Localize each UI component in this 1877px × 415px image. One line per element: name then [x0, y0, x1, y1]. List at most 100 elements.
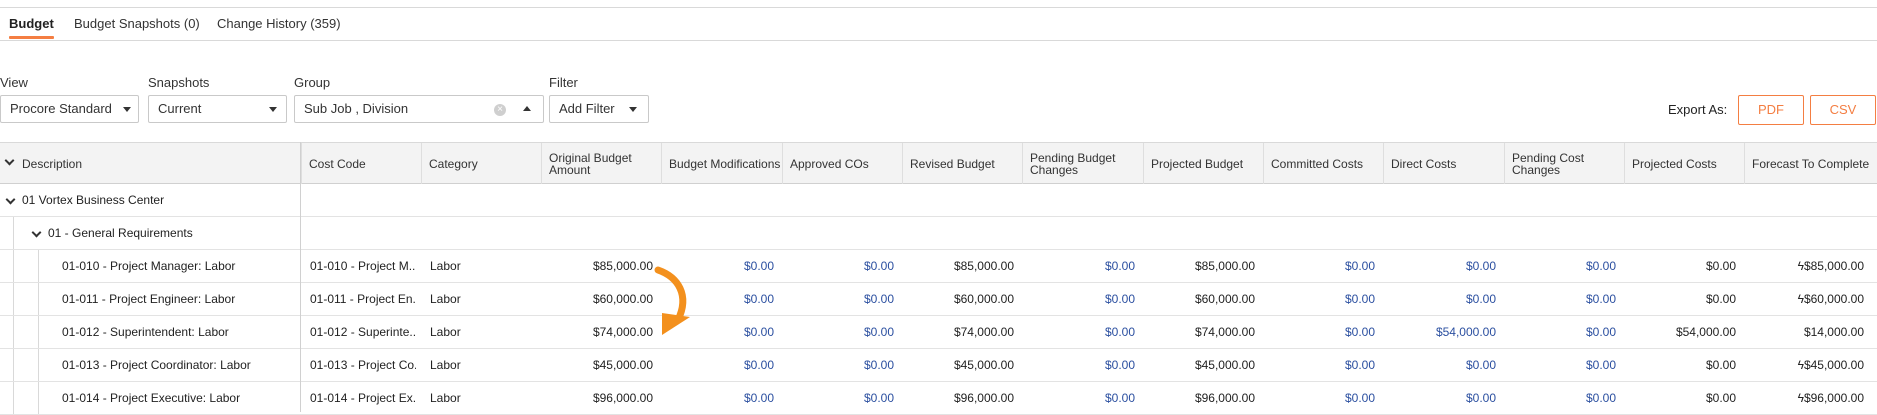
cost-code-cell: 01-010 - Project M... [310, 259, 416, 273]
projected-costs-cell: $0.00 [1705, 292, 1736, 306]
clear-icon[interactable]: × [494, 104, 506, 116]
pending-cost-changes-cell[interactable]: $0.00 [1504, 250, 1616, 282]
table-row[interactable]: 01-013 - Project Coordinator: Labor 01-01… [0, 349, 1877, 382]
pending-budget-changes-cell[interactable]: $0.00 [1022, 349, 1135, 381]
table-row[interactable]: 01-011 - Project Engineer: Labor 01-011 -… [0, 283, 1877, 316]
tab-budget[interactable]: Budget [9, 8, 54, 40]
filter-label: Filter [549, 75, 578, 90]
forecast-cell[interactable]: ϟ$60,000.00 [1744, 283, 1864, 315]
add-filter-select[interactable]: Add Filter [549, 95, 649, 123]
group-value: Sub Job , Division [304, 101, 409, 116]
approved-cos-cell[interactable]: $0.00 [782, 316, 894, 348]
budget-modifications-cell[interactable]: $0.00 [661, 349, 774, 381]
forecast-cell[interactable]: ϟ$45,000.00 [1744, 349, 1864, 381]
column-cost-code[interactable]: Cost Code [301, 143, 421, 184]
budget-modifications-cell[interactable]: $0.00 [661, 382, 774, 414]
original-budget-cell: $85,000.00 [592, 259, 653, 273]
tab-change-history[interactable]: Change History (359) [217, 8, 341, 40]
tab-budget-snapshots[interactable]: Budget Snapshots (0) [74, 8, 200, 40]
table-row[interactable]: 01-010 - Project Manager: Labor 01-010 - … [0, 250, 1877, 283]
column-direct-costs[interactable]: Direct Costs [1383, 143, 1504, 184]
group-row[interactable]: 01 - General Requirements [0, 217, 1877, 250]
column-revised-budget[interactable]: Revised Budget [902, 143, 1022, 184]
view-select[interactable]: Procore Standard [0, 95, 139, 123]
column-projected-budget[interactable]: Projected Budget [1143, 143, 1263, 184]
column-projected-costs[interactable]: Projected Costs [1624, 143, 1744, 184]
category-cell: Labor [430, 391, 461, 405]
column-committed-costs[interactable]: Committed Costs [1263, 143, 1383, 184]
forecast-cell[interactable]: $14,000.00 [1744, 316, 1864, 348]
cost-code-cell: 01-014 - Project Ex... [310, 391, 416, 405]
approved-cos-cell[interactable]: $0.00 [782, 382, 894, 414]
column-category[interactable]: Category [421, 143, 541, 184]
forecast-cell[interactable]: ϟ$85,000.00 [1744, 250, 1864, 282]
committed-costs-cell[interactable]: $0.00 [1263, 382, 1375, 414]
direct-costs-cell[interactable]: $0.00 [1383, 382, 1496, 414]
committed-costs-cell[interactable]: $0.00 [1263, 250, 1375, 282]
direct-costs-cell[interactable]: $0.00 [1383, 349, 1496, 381]
projected-costs-cell: $0.00 [1705, 259, 1736, 273]
column-original-budget[interactable]: Original Budget Amount [541, 143, 661, 184]
chevron-down-icon[interactable] [4, 155, 15, 166]
original-budget-cell: $45,000.00 [592, 358, 653, 372]
forecast-value: $14,000.00 [1803, 325, 1864, 339]
cost-code-cell: 01-012 - Superinte... [310, 325, 416, 339]
group-select[interactable]: Sub Job , Division × [294, 95, 544, 123]
column-pending-budget-changes[interactable]: Pending Budget Changes [1022, 143, 1143, 184]
direct-costs-cell[interactable]: $0.00 [1383, 283, 1496, 315]
pending-budget-changes-cell[interactable]: $0.00 [1022, 316, 1135, 348]
export-csv-button[interactable]: CSV [1810, 95, 1876, 125]
approved-cos-cell[interactable]: $0.00 [782, 283, 894, 315]
category-cell: Labor [430, 325, 461, 339]
view-label: View [0, 75, 28, 90]
tree-indent-line [38, 283, 39, 315]
tab-bar: Budget Budget Snapshots (0) Change Histo… [0, 8, 1877, 41]
export-pdf-button[interactable]: PDF [1738, 95, 1804, 125]
chevron-down-icon[interactable] [31, 227, 42, 238]
approved-cos-cell[interactable]: $0.00 [782, 250, 894, 282]
chevron-down-icon [269, 107, 277, 112]
direct-costs-cell[interactable]: $0.00 [1383, 250, 1496, 282]
view-value: Procore Standard [10, 101, 112, 116]
tree-indent-line [38, 382, 39, 414]
tree-indent-line [13, 382, 14, 414]
forecast-value: $45,000.00 [1803, 358, 1864, 372]
column-pending-cost-changes[interactable]: Pending Cost Changes [1504, 143, 1624, 184]
direct-costs-cell[interactable]: $54,000.00 [1383, 316, 1496, 348]
projected-budget-cell: $45,000.00 [1194, 358, 1255, 372]
column-budget-modifications[interactable]: Budget Modifications [661, 143, 782, 184]
approved-cos-cell[interactable]: $0.00 [782, 349, 894, 381]
tree-indent-line [38, 349, 39, 381]
projected-budget-cell: $74,000.00 [1194, 325, 1255, 339]
projected-budget-cell: $96,000.00 [1194, 391, 1255, 405]
pending-budget-changes-cell[interactable]: $0.00 [1022, 382, 1135, 414]
column-forecast-to-complete[interactable]: Forecast To Complete [1744, 143, 1877, 184]
table-row[interactable]: 01-014 - Project Executive: Labor 01-014 … [0, 382, 1877, 415]
table-row[interactable]: 01-012 - Superintendent: Labor 01-012 - S… [0, 316, 1877, 349]
forecast-value: $96,000.00 [1803, 391, 1864, 405]
annotation-arrow-icon [654, 266, 690, 335]
pending-budget-changes-cell[interactable]: $0.00 [1022, 250, 1135, 282]
column-approved-cos[interactable]: Approved COs [782, 143, 902, 184]
cost-code-cell: 01-013 - Project Co... [310, 358, 416, 372]
pending-cost-changes-cell[interactable]: $0.00 [1504, 349, 1616, 381]
column-label: Description [22, 156, 83, 171]
projected-budget-cell: $85,000.00 [1194, 259, 1255, 273]
committed-costs-cell[interactable]: $0.00 [1263, 316, 1375, 348]
description-cell: 01-014 - Project Executive: Labor [62, 391, 241, 405]
chevron-down-icon[interactable] [5, 194, 16, 205]
original-budget-cell: $96,000.00 [592, 391, 653, 405]
committed-costs-cell[interactable]: $0.00 [1263, 283, 1375, 315]
committed-costs-cell[interactable]: $0.00 [1263, 349, 1375, 381]
forecast-cell[interactable]: ϟ$96,000.00 [1744, 382, 1864, 414]
group-row[interactable]: 01 Vortex Business Center [0, 184, 1877, 217]
tree-indent-line [13, 250, 14, 282]
pending-cost-changes-cell[interactable]: $0.00 [1504, 283, 1616, 315]
pending-cost-changes-cell[interactable]: $0.00 [1504, 316, 1616, 348]
projected-costs-cell: $54,000.00 [1675, 325, 1736, 339]
snapshots-select[interactable]: Current [148, 95, 287, 123]
revised-budget-cell: $45,000.00 [953, 358, 1014, 372]
pending-budget-changes-cell[interactable]: $0.00 [1022, 283, 1135, 315]
pending-cost-changes-cell[interactable]: $0.00 [1504, 382, 1616, 414]
column-description[interactable]: Description [0, 143, 300, 184]
